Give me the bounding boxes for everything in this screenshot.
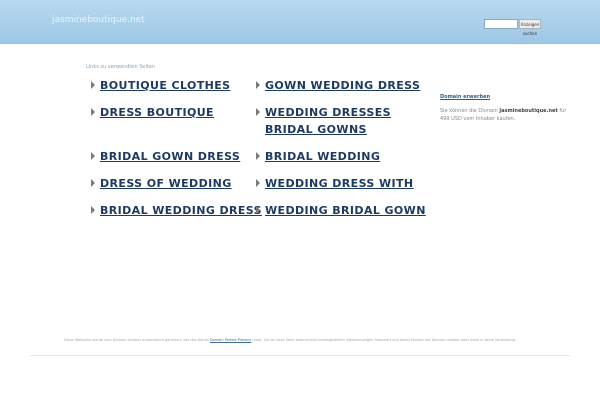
search-input[interactable] — [484, 19, 518, 29]
arrow-icon — [256, 81, 260, 89]
links-caption: Links zu verwandten Seiten — [86, 64, 156, 70]
related-link[interactable]: BRIDAL WEDDING — [265, 148, 380, 165]
domain-buy-title[interactable]: Domain erwerben — [440, 94, 490, 100]
footer-link[interactable]: Domain Parked Präsenz — [210, 338, 251, 342]
related-link[interactable]: BRIDAL GOWN DRESS — [100, 148, 240, 165]
arrow-icon — [91, 81, 95, 89]
footer-disclaimer: Diese Webseite wurde vom Domain-Inhaber … — [64, 337, 544, 344]
arrow-icon — [256, 179, 260, 187]
search-button[interactable]: Anzeigen suchen — [519, 19, 541, 36]
related-link[interactable]: WEDDING BRIDAL GOWN — [265, 202, 426, 219]
header-bar: jasmineboutique.net Anzeigen suchen — [0, 0, 600, 44]
arrow-icon — [256, 206, 260, 214]
footer-text-after: nutzt. Sie ist diese Seite kommerziell b… — [251, 338, 517, 342]
arrow-icon — [256, 108, 260, 116]
related-link[interactable]: BOUTIQUE CLOTHES — [100, 77, 230, 94]
arrow-icon — [91, 206, 95, 214]
related-link[interactable]: BRIDAL WEDDING DRESS — [100, 202, 262, 219]
related-link[interactable]: DRESS OF WEDDING — [100, 175, 232, 192]
domain-buy-text-before: Sie können die Domain — [440, 108, 500, 114]
arrow-icon — [256, 152, 260, 160]
arrow-icon — [91, 108, 95, 116]
related-link[interactable]: GOWN WEDDING DRESS — [265, 77, 420, 94]
arrow-icon — [91, 152, 95, 160]
domain-name: jasmineboutique.net — [499, 108, 558, 114]
site-name[interactable]: jasmineboutique.net — [52, 15, 145, 25]
related-link[interactable]: DRESS BOUTIQUE — [100, 104, 214, 121]
footer-divider — [30, 355, 570, 356]
related-link[interactable]: WEDDING DRESS WITH — [265, 175, 414, 192]
footer-text-before: Diese Webseite wurde vom Domain-Inhaber … — [64, 338, 210, 342]
domain-buy-text: Sie können die Domain jasmineboutique.ne… — [440, 107, 575, 123]
related-link[interactable]: WEDDING DRESSES BRIDAL GOWNS — [265, 104, 430, 138]
arrow-icon — [91, 179, 95, 187]
